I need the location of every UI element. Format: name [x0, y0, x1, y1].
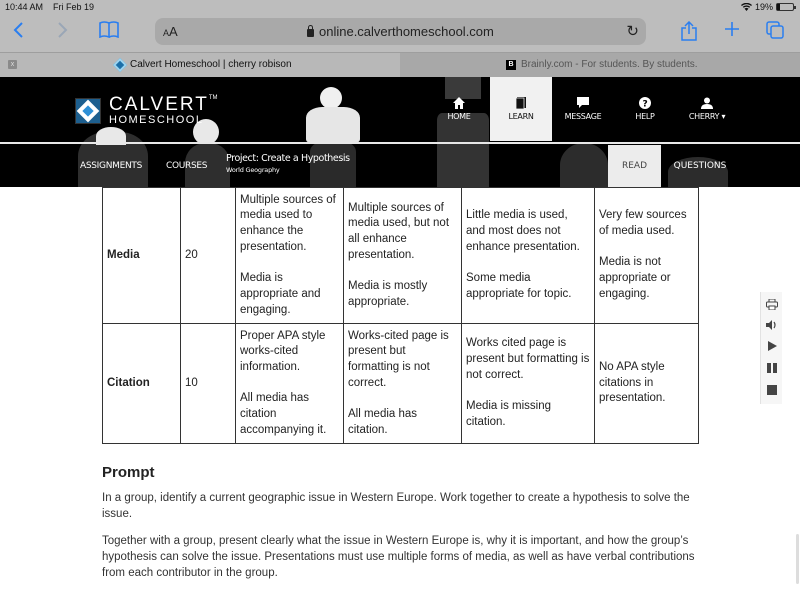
battery-level — [777, 4, 781, 10]
message-icon — [577, 97, 589, 108]
prompt-paragraph: In a group, identify a current geographi… — [102, 492, 690, 520]
project-title: Project: Create a Hypothesis World Geogr… — [226, 153, 350, 174]
criterion-cell: Media — [102, 187, 181, 324]
home-icon — [453, 97, 465, 109]
calvert-logo-icon — [75, 97, 101, 124]
tab-brainly[interactable]: B Brainly.com - For students. By student… — [400, 53, 800, 78]
chess-piece-decoration — [306, 107, 360, 143]
header-divider — [0, 142, 800, 144]
reload-icon[interactable]: ↻ — [626, 22, 639, 40]
nav-user-menu[interactable]: CHERRY ▾ — [676, 77, 738, 141]
project-title-text: Project: Create a Hypothesis — [226, 153, 350, 164]
rubric-table: Media 20 Multiple sources of media used … — [102, 187, 699, 444]
table-row: Citation 10 Proper APA style works-cited… — [102, 323, 699, 444]
brainly-favicon-icon: B — [506, 59, 516, 70]
tabs-overview-icon[interactable] — [766, 21, 784, 43]
logo-line2: HOMESCHOOL — [109, 114, 204, 126]
chess-piece-decoration — [560, 143, 608, 187]
level-cell: Very few sources of media used. Media is… — [594, 187, 699, 324]
subnav-assignments[interactable]: ASSIGNMENTS — [80, 145, 142, 187]
criterion-cell: Citation — [102, 323, 181, 444]
calvert-favicon-icon — [112, 57, 128, 72]
new-tab-icon[interactable] — [724, 21, 740, 41]
tab-calvert[interactable]: x Calvert Homeschool | cherry robison — [0, 53, 400, 78]
reader-options-button[interactable]: AA — [163, 24, 178, 39]
level-cell: Works cited page is present but formatti… — [461, 323, 595, 444]
project-subject: World Geography — [226, 166, 280, 174]
stop-icon[interactable] — [766, 385, 778, 397]
nav-help[interactable]: ? HELP — [614, 77, 676, 141]
status-date: Fri Feb 19 — [53, 2, 95, 12]
tab-strip: x Calvert Homeschool | cherry robison B … — [0, 52, 800, 78]
points-cell: 10 — [180, 323, 236, 444]
reader-tools — [760, 292, 782, 404]
address-bar[interactable]: AA online.calverthomeschool.com ↻ — [155, 18, 646, 45]
help-icon: ? — [639, 97, 651, 109]
battery-icon — [776, 3, 796, 11]
tab-questions[interactable]: QUESTIONS — [662, 145, 738, 187]
status-indicators: 19% — [740, 2, 796, 12]
bookmarks-icon[interactable] — [99, 21, 119, 42]
lock-icon — [307, 25, 314, 37]
level-cell: Proper APA style works-cited information… — [235, 323, 344, 444]
nav-learn[interactable]: LEARN — [490, 77, 552, 141]
pause-icon[interactable] — [766, 363, 778, 375]
forward-icon[interactable] — [57, 21, 69, 43]
book-icon — [515, 97, 526, 109]
subnav-courses[interactable]: COURSES — [166, 145, 208, 187]
chess-piece-decoration — [320, 87, 342, 109]
points-cell: 20 — [180, 187, 236, 324]
browser-toolbar: AA online.calverthomeschool.com ↻ — [0, 15, 800, 52]
play-icon[interactable] — [766, 341, 778, 353]
print-icon[interactable] — [766, 298, 778, 311]
prompt-paragraph: Together with a group, present clearly w… — [102, 535, 695, 579]
level-cell: Little media is used, and most does not … — [461, 187, 595, 324]
nav-message[interactable]: MESSAGE — [552, 77, 614, 141]
level-cell: Multiple sources of media used, but not … — [343, 187, 462, 324]
close-tab-icon[interactable]: x — [8, 60, 17, 69]
level-cell: Works-cited page is present but formatti… — [343, 323, 462, 444]
tab-title: Brainly.com - For students. By students. — [521, 59, 698, 70]
speaker-icon[interactable] — [766, 320, 778, 332]
chevron-down-icon: ▾ — [721, 112, 726, 121]
level-cell: Multiple sources of media used to enhanc… — [235, 187, 344, 324]
share-icon[interactable] — [681, 20, 697, 45]
status-bar: 10:44 AM Fri Feb 19 19% — [0, 0, 800, 15]
status-time: 10:44 AM — [5, 2, 44, 12]
level-cell: No APA style citations in presentation. — [594, 323, 699, 444]
wifi-icon — [740, 3, 752, 11]
trademark: TM — [208, 95, 218, 101]
tab-read[interactable]: READ — [608, 145, 661, 187]
tab-title: Calvert Homeschool | cherry robison — [130, 59, 292, 70]
prompt-heading: Prompt — [102, 464, 155, 481]
user-icon — [701, 97, 713, 109]
url-text: online.calverthomeschool.com — [319, 24, 494, 39]
svg-text:?: ? — [643, 100, 648, 110]
back-icon[interactable] — [12, 21, 24, 43]
logo-line1: CALVERT — [109, 94, 209, 115]
nav-home[interactable]: HOME — [428, 77, 490, 141]
site-header: CALVERTTM HOMESCHOOL HOME LEARN MESSAGE … — [0, 77, 800, 187]
scrollbar[interactable] — [796, 534, 799, 584]
battery-percent: 19% — [754, 2, 773, 12]
table-row: Media 20 Multiple sources of media used … — [102, 187, 699, 324]
calvert-logo[interactable]: CALVERTTM HOMESCHOOL — [75, 95, 218, 126]
